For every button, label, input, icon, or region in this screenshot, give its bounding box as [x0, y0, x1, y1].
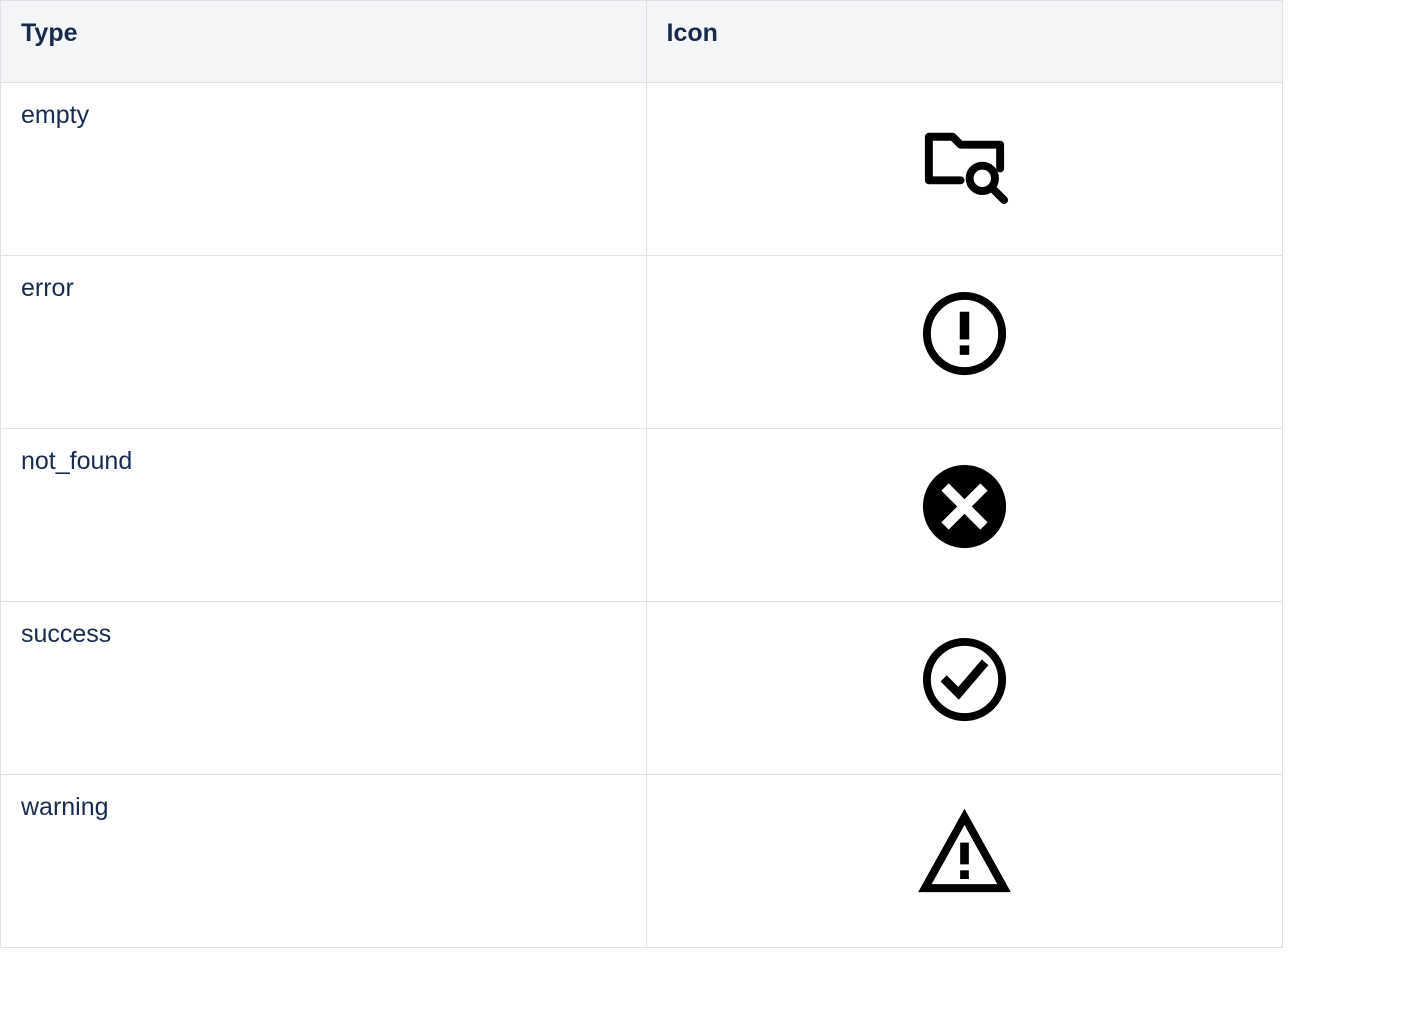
- table-row: success: [1, 602, 1283, 775]
- icon-cell: [646, 429, 1283, 602]
- type-cell: warning: [1, 775, 647, 948]
- folder-search-icon: [667, 113, 1263, 208]
- type-cell: success: [1, 602, 647, 775]
- icon-cell: [646, 256, 1283, 429]
- type-cell: error: [1, 256, 647, 429]
- header-type: Type: [1, 1, 647, 83]
- table-row: empty: [1, 83, 1283, 256]
- x-circle-filled-icon: [667, 459, 1263, 554]
- type-cell: empty: [1, 83, 647, 256]
- table-header-row: Type Icon: [1, 1, 1283, 83]
- header-icon: Icon: [646, 1, 1283, 83]
- check-circle-icon: [667, 632, 1263, 727]
- type-cell: not_found: [1, 429, 647, 602]
- table-row: warning: [1, 775, 1283, 948]
- icon-cell: [646, 602, 1283, 775]
- table-row: error: [1, 256, 1283, 429]
- table-row: not_found: [1, 429, 1283, 602]
- icon-type-table: Type Icon empty error: [0, 0, 1283, 948]
- exclamation-circle-icon: [667, 286, 1263, 381]
- icon-cell: [646, 775, 1283, 948]
- icon-cell: [646, 83, 1283, 256]
- exclamation-triangle-icon: [667, 805, 1263, 900]
